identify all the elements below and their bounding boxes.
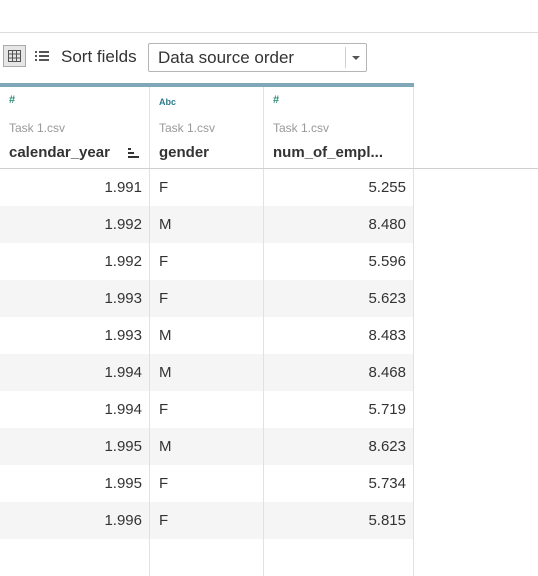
number-type-icon[interactable]: # bbox=[9, 94, 15, 106]
cell-gender[interactable]: M bbox=[150, 354, 264, 391]
column-header-num-of-employees[interactable]: # Task 1.csv num_of_empl... bbox=[264, 87, 414, 168]
table-row: 1.995 F 5.734 bbox=[0, 465, 414, 502]
column-field-name: gender bbox=[159, 144, 210, 161]
cell-calendar-year[interactable]: 1.995 bbox=[0, 465, 150, 502]
cell-calendar-year[interactable]: 1.991 bbox=[0, 169, 150, 206]
cell-num-of-employees[interactable]: 5.734 bbox=[264, 465, 414, 502]
cell-num-of-employees[interactable]: 5.719 bbox=[264, 391, 414, 428]
column-source-label: Task 1.csv bbox=[159, 121, 216, 135]
cell-num-of-employees[interactable]: 8.468 bbox=[264, 354, 414, 391]
column-source-label: Task 1.csv bbox=[9, 121, 66, 135]
top-band bbox=[0, 0, 538, 33]
table-row: 1.996 F 5.815 bbox=[0, 502, 414, 539]
cell-num-of-employees[interactable]: 5.255 bbox=[264, 169, 414, 206]
cell-calendar-year[interactable]: 1.992 bbox=[0, 243, 150, 280]
table-header: # Task 1.csv calendar_year Abc Task 1.cs… bbox=[0, 83, 414, 168]
table-row: 1.993 F 5.623 bbox=[0, 280, 414, 317]
cell-num-of-employees[interactable] bbox=[264, 539, 414, 576]
sort-icon[interactable] bbox=[128, 148, 140, 159]
select-divider bbox=[345, 47, 346, 68]
column-source-label: Task 1.csv bbox=[273, 121, 330, 135]
cell-gender[interactable] bbox=[150, 539, 264, 576]
table-row: 1.992 M 8.480 bbox=[0, 206, 414, 243]
cell-gender[interactable]: M bbox=[150, 428, 264, 465]
cell-calendar-year[interactable]: 1.996 bbox=[0, 502, 150, 539]
cell-calendar-year[interactable]: 1.995 bbox=[0, 428, 150, 465]
string-type-icon[interactable]: Abc bbox=[159, 96, 176, 108]
number-type-icon[interactable]: # bbox=[273, 94, 279, 106]
table-row: 1.993 M 8.483 bbox=[0, 317, 414, 354]
cell-calendar-year[interactable] bbox=[0, 539, 150, 576]
toolbar: Sort fields Data source order bbox=[0, 33, 538, 83]
chevron-down-icon[interactable] bbox=[352, 56, 360, 60]
cell-num-of-employees[interactable]: 5.815 bbox=[264, 502, 414, 539]
table-row: 1.995 M 8.623 bbox=[0, 428, 414, 465]
cell-gender[interactable]: F bbox=[150, 502, 264, 539]
column-header-gender[interactable]: Abc Task 1.csv gender bbox=[150, 87, 264, 168]
cell-gender[interactable]: F bbox=[150, 391, 264, 428]
sort-fields-label: Sort fields bbox=[61, 47, 137, 66]
cell-gender[interactable]: F bbox=[150, 280, 264, 317]
cell-calendar-year[interactable]: 1.993 bbox=[0, 280, 150, 317]
cell-num-of-employees[interactable]: 8.623 bbox=[264, 428, 414, 465]
cell-calendar-year[interactable]: 1.993 bbox=[0, 317, 150, 354]
cell-num-of-employees[interactable]: 8.483 bbox=[264, 317, 414, 354]
table-row: 1.994 M 8.468 bbox=[0, 354, 414, 391]
cell-num-of-employees[interactable]: 8.480 bbox=[264, 206, 414, 243]
list-view-button[interactable] bbox=[34, 49, 50, 63]
table-row bbox=[0, 539, 414, 576]
sort-select-value: Data source order bbox=[158, 48, 295, 67]
cell-gender[interactable]: M bbox=[150, 206, 264, 243]
cell-num-of-employees[interactable]: 5.623 bbox=[264, 280, 414, 317]
cell-calendar-year[interactable]: 1.994 bbox=[0, 354, 150, 391]
cell-calendar-year[interactable]: 1.992 bbox=[0, 206, 150, 243]
table-body: 1.991 F 5.255 1.992 M 8.480 1.992 F 5.59… bbox=[0, 169, 414, 576]
grid-view-button[interactable] bbox=[3, 45, 26, 67]
cell-gender[interactable]: M bbox=[150, 317, 264, 354]
list-icon bbox=[35, 51, 49, 61]
cell-gender[interactable]: F bbox=[150, 169, 264, 206]
cell-gender[interactable]: F bbox=[150, 465, 264, 502]
table-row: 1.991 F 5.255 bbox=[0, 169, 414, 206]
cell-gender[interactable]: F bbox=[150, 243, 264, 280]
cell-num-of-employees[interactable]: 5.596 bbox=[264, 243, 414, 280]
table-row: 1.992 F 5.596 bbox=[0, 243, 414, 280]
cell-calendar-year[interactable]: 1.994 bbox=[0, 391, 150, 428]
column-header-calendar-year[interactable]: # Task 1.csv calendar_year bbox=[0, 87, 150, 168]
grid-icon bbox=[8, 50, 21, 62]
sort-fields-select[interactable]: Data source order bbox=[148, 43, 367, 72]
column-field-name: calendar_year bbox=[9, 144, 110, 161]
column-field-name: num_of_empl... bbox=[273, 144, 384, 161]
table-row: 1.994 F 5.719 bbox=[0, 391, 414, 428]
